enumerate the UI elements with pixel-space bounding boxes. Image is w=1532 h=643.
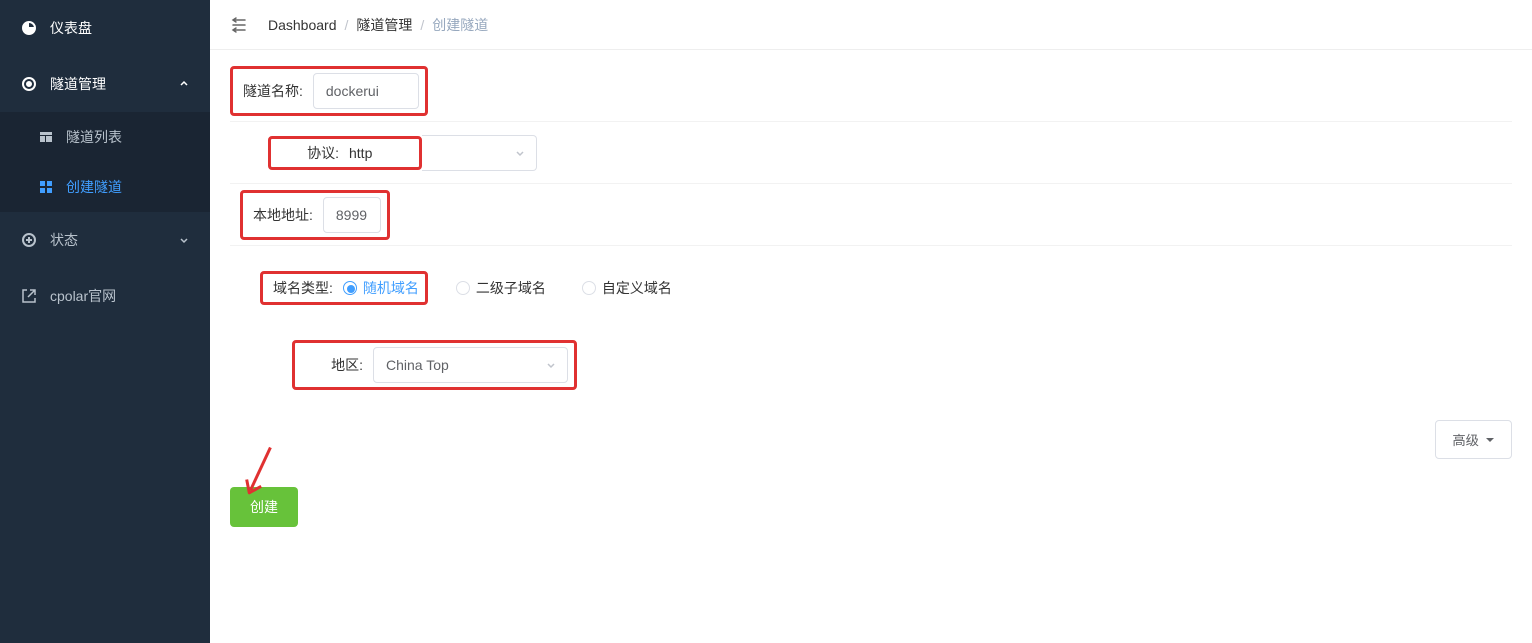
chevron-down-icon: [545, 359, 557, 371]
sidebar-item-label: 隧道管理: [50, 74, 106, 94]
radio-icon: [582, 281, 596, 295]
sidebar-item-label: 仪表盘: [50, 18, 92, 38]
main: Dashboard / 隧道管理 / 创建隧道 隧道名称: 协议: http: [210, 0, 1532, 643]
sidebar-subitem-create-tunnel[interactable]: 创建隧道: [0, 162, 210, 212]
protocol-select-rest[interactable]: [422, 135, 537, 171]
dashboard-icon: [20, 19, 38, 37]
status-icon: [20, 231, 38, 249]
hamburger-icon[interactable]: [230, 16, 248, 34]
radio-icon: [343, 281, 357, 295]
table-icon: [38, 129, 54, 145]
domain-type-label: 域名类型:: [269, 278, 343, 298]
topbar: Dashboard / 隧道管理 / 创建隧道: [210, 0, 1532, 50]
create-row: 创建: [230, 469, 1512, 527]
form-row-region: 地区: China Top: [292, 330, 1512, 400]
external-link-icon: [20, 287, 38, 305]
radio-subdomain[interactable]: 二级子域名: [456, 278, 546, 298]
form-row-name: 隧道名称:: [230, 60, 1512, 122]
form-row-protocol: 协议: http: [230, 122, 1512, 184]
highlight-box: 地区: China Top: [292, 340, 577, 390]
radio-random-domain[interactable]: 随机域名: [343, 278, 419, 298]
radio-group-rest: 二级子域名 自定义域名: [456, 278, 672, 298]
address-input[interactable]: [323, 197, 381, 233]
highlight-box: 本地地址:: [240, 190, 390, 240]
advanced-button[interactable]: 高级: [1435, 420, 1512, 459]
tunnel-icon: [20, 75, 38, 93]
content: 隧道名称: 协议: http 本地地址:: [210, 50, 1532, 547]
sidebar-item-dashboard[interactable]: 仪表盘: [0, 0, 210, 56]
name-label: 隧道名称:: [239, 81, 313, 101]
breadcrumb-item[interactable]: 隧道管理: [356, 15, 412, 35]
grid-icon: [38, 179, 54, 195]
sidebar-item-label: cpolar官网: [50, 286, 116, 306]
protocol-label: 协议:: [277, 143, 349, 163]
chevron-down-icon: [178, 234, 190, 246]
caret-down-icon: [1485, 435, 1495, 445]
sidebar-subitem-label: 创建隧道: [66, 177, 122, 197]
chevron-up-icon: [178, 78, 190, 90]
radio-label: 二级子域名: [476, 278, 546, 298]
breadcrumb-separator: /: [345, 17, 349, 33]
highlight-box: 协议: http: [268, 136, 422, 170]
protocol-value: http: [349, 145, 413, 161]
sidebar-subitem-label: 隧道列表: [66, 127, 122, 147]
sidebar-item-label: 状态: [50, 230, 78, 250]
radio-icon: [456, 281, 470, 295]
advanced-label: 高级: [1452, 430, 1479, 449]
sidebar-item-cpolar-site[interactable]: cpolar官网: [0, 268, 210, 324]
highlight-box: 隧道名称:: [230, 66, 428, 116]
breadcrumb-current: 创建隧道: [432, 15, 488, 35]
radio-custom-domain[interactable]: 自定义域名: [582, 278, 672, 298]
breadcrumb-item[interactable]: Dashboard: [268, 17, 337, 33]
breadcrumb: Dashboard / 隧道管理 / 创建隧道: [268, 15, 488, 35]
breadcrumb-separator: /: [420, 17, 424, 33]
radio-label: 自定义域名: [602, 278, 672, 298]
form-row-domain-type: 域名类型: 随机域名 二级子域名 自定义域名: [260, 246, 1512, 330]
sidebar-subitem-tunnel-list[interactable]: 隧道列表: [0, 112, 210, 162]
advanced-row: 高级: [230, 400, 1512, 469]
sidebar-item-tunnel-manage[interactable]: 隧道管理: [0, 56, 210, 112]
sidebar: 仪表盘 隧道管理 隧道列表 创建隧道 状态 cpol: [0, 0, 210, 643]
sidebar-item-status[interactable]: 状态: [0, 212, 210, 268]
form-row-address: 本地地址:: [230, 184, 1512, 246]
highlight-box: 域名类型: 随机域名: [260, 271, 428, 305]
region-value: China Top: [386, 357, 449, 373]
address-label: 本地地址:: [249, 205, 323, 225]
region-label: 地区:: [301, 355, 373, 375]
name-input[interactable]: [313, 73, 419, 109]
create-button[interactable]: 创建: [230, 487, 298, 527]
region-select[interactable]: China Top: [373, 347, 568, 383]
radio-label: 随机域名: [363, 278, 419, 298]
chevron-down-icon: [514, 147, 526, 159]
